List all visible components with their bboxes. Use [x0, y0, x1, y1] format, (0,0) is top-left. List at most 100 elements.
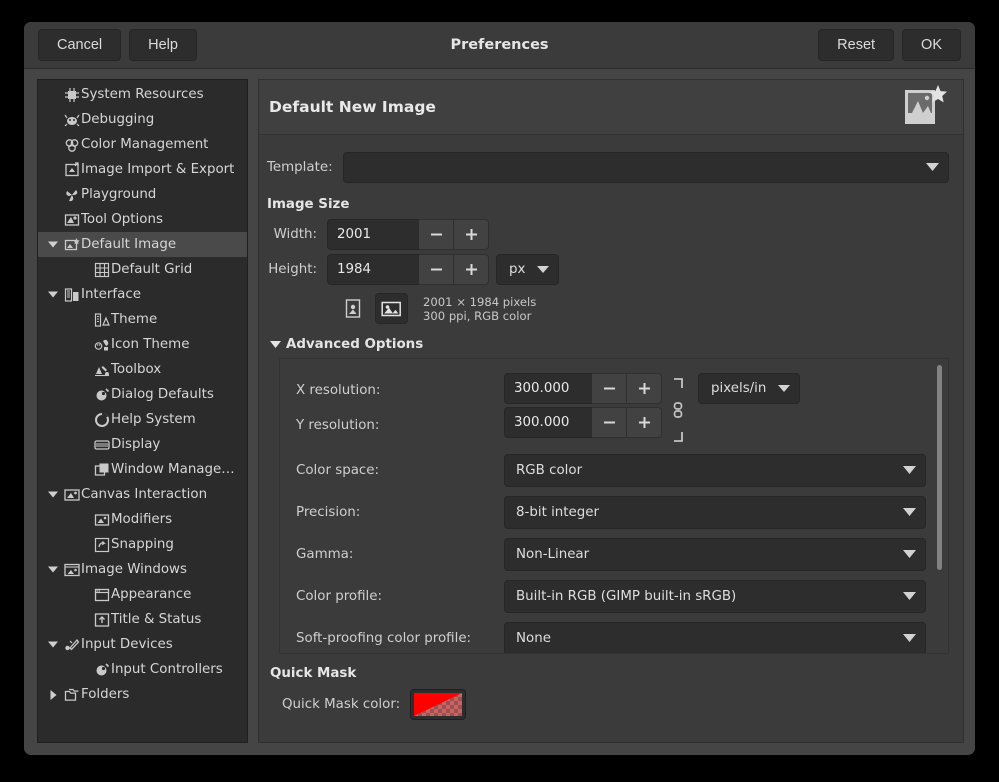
preferences-sidebar[interactable]: System ResourcesDebugging Color Managemen…	[37, 79, 248, 743]
sidebar-item-tool-options[interactable]: Tool Options	[38, 207, 247, 232]
image-size-info: 2001 × 1984 pixels 300 ppi, RGB color	[423, 295, 536, 323]
sidebar-item-appearance[interactable]: Appearance	[38, 582, 247, 607]
width-label: Width:	[267, 227, 327, 242]
color-space-label: Color space:	[296, 463, 504, 478]
width-spinner[interactable]	[327, 219, 489, 250]
sidebar-item-label: Interface	[81, 287, 141, 302]
sidebar-item-label: Modifiers	[111, 512, 172, 527]
image-windows-icon	[62, 562, 81, 578]
quick-mask-color-row: Quick Mask color:	[270, 689, 949, 720]
sidebar-item-dialog-defaults[interactable]: Dialog Defaults	[38, 382, 247, 407]
sidebar-item-default-grid[interactable]: Default Grid	[38, 257, 247, 282]
gamma-combo[interactable]: Non-Linear	[504, 538, 926, 571]
cancel-button[interactable]: Cancel	[38, 29, 121, 61]
x-resolution-decrement-button[interactable]	[592, 373, 627, 404]
height-input[interactable]	[327, 254, 419, 285]
playground-icon	[62, 187, 81, 203]
sidebar-item-image-windows[interactable]: Image Windows	[38, 557, 247, 582]
preferences-main-panel: Default New Image Template:	[258, 79, 964, 743]
broken-chain-icon[interactable]	[662, 373, 694, 445]
chevron-down-icon	[778, 381, 790, 396]
width-increment-button[interactable]	[454, 219, 489, 250]
sidebar-item-system-resources[interactable]: System Resources	[38, 82, 247, 107]
sidebar-item-interface[interactable]: Interface	[38, 282, 247, 307]
x-resolution-spinner[interactable]	[504, 373, 662, 404]
sidebar-item-label: Dialog Defaults	[111, 387, 214, 402]
sidebar-item-label: Folders	[81, 687, 129, 702]
sidebar-item-label: Playground	[81, 187, 156, 202]
color-profile-combo[interactable]: Built-in RGB (GIMP built-in sRGB)	[504, 580, 926, 613]
landscape-orientation-button[interactable]	[375, 293, 408, 324]
width-input[interactable]	[327, 219, 419, 250]
sidebar-item-snapping[interactable]: Snapping	[38, 532, 247, 557]
sidebar-item-label: Title & Status	[111, 612, 201, 627]
sidebar-item-canvas-interaction[interactable]: Canvas Interaction	[38, 482, 247, 507]
height-spinner[interactable]	[327, 254, 489, 285]
sidebar-item-color-management[interactable]: Color Management	[38, 132, 247, 157]
y-resolution-spinner[interactable]	[504, 407, 662, 438]
sidebar-item-label: Help System	[111, 412, 196, 427]
expander-triangle-down-icon[interactable]	[44, 491, 62, 498]
sidebar-item-icon-theme[interactable]: Icon Theme	[38, 332, 247, 357]
y-resolution-increment-button[interactable]	[627, 407, 662, 438]
color-profile-value: Built-in RGB (GIMP built-in sRGB)	[516, 589, 895, 604]
advanced-options-expander[interactable]: Advanced Options	[270, 337, 949, 352]
expander-triangle-down-icon[interactable]	[44, 291, 62, 298]
quick-mask-color-swatch[interactable]	[410, 689, 466, 720]
color-space-row: Color space:RGB color	[296, 454, 926, 487]
sidebar-item-help-system[interactable]: Help System	[38, 407, 247, 432]
chevron-down-icon	[926, 160, 939, 175]
sidebar-item-modifiers[interactable]: Modifiers	[38, 507, 247, 532]
sidebar-item-image-import-export[interactable]: Image Import & Export	[38, 157, 247, 182]
x-resolution-increment-button[interactable]	[627, 373, 662, 404]
sidebar-item-toolbox[interactable]: Toolbox	[38, 357, 247, 382]
y-resolution-decrement-button[interactable]	[592, 407, 627, 438]
page-title: Default New Image	[269, 98, 436, 116]
bug-icon	[62, 112, 81, 128]
height-decrement-button[interactable]	[419, 254, 454, 285]
advanced-panel-scrollbar[interactable]	[935, 365, 944, 647]
expander-triangle-down-icon[interactable]	[44, 241, 62, 248]
sidebar-item-theme[interactable]: Theme	[38, 307, 247, 332]
snapping-icon	[92, 537, 111, 553]
y-resolution-input[interactable]	[504, 407, 592, 438]
sidebar-item-window-management[interactable]: Window Management	[38, 457, 247, 482]
sidebar-item-display[interactable]: Display	[38, 432, 247, 457]
preferences-dialog: Cancel Help Preferences Reset OK System …	[24, 22, 975, 755]
expander-triangle-down-icon[interactable]	[44, 641, 62, 648]
portrait-orientation-button[interactable]	[337, 293, 370, 324]
color-profile-row: Color profile:Built-in RGB (GIMP built-i…	[296, 580, 926, 613]
sidebar-item-folders[interactable]: Folders	[38, 682, 247, 707]
soft-proofing-color-profile-label: Soft-proofing color profile:	[296, 631, 504, 646]
sidebar-item-label: Tool Options	[81, 212, 163, 227]
precision-combo[interactable]: 8-bit integer	[504, 496, 926, 529]
ok-button[interactable]: OK	[902, 29, 961, 61]
size-unit-combo[interactable]: px	[496, 254, 559, 285]
folders-icon	[62, 687, 81, 703]
sidebar-item-playground[interactable]: Playground	[38, 182, 247, 207]
width-decrement-button[interactable]	[419, 219, 454, 250]
scrollbar-thumb[interactable]	[937, 365, 942, 570]
resolution-unit-combo[interactable]: pixels/in	[698, 373, 800, 404]
expander-triangle-right-icon[interactable]	[44, 690, 62, 700]
expander-triangle-down-icon	[270, 337, 281, 352]
soft-proofing-color-profile-combo[interactable]: None	[504, 622, 926, 654]
reset-button[interactable]: Reset	[818, 29, 894, 61]
resolution-area: X resolution: Y resolution:	[296, 373, 926, 445]
sidebar-item-label: Color Management	[81, 137, 208, 152]
x-resolution-input[interactable]	[504, 373, 592, 404]
sidebar-item-label: Default Grid	[111, 262, 192, 277]
sidebar-item-debugging[interactable]: Debugging	[38, 107, 247, 132]
sidebar-item-input-controllers[interactable]: Input Controllers	[38, 657, 247, 682]
help-button[interactable]: Help	[129, 29, 197, 61]
expander-triangle-down-icon[interactable]	[44, 566, 62, 573]
sidebar-item-default-image[interactable]: Default Image	[38, 232, 247, 257]
advanced-options-panel: X resolution: Y resolution:	[279, 358, 949, 654]
color-space-combo[interactable]: RGB color	[504, 454, 926, 487]
sidebar-item-title-status[interactable]: Title & Status	[38, 607, 247, 632]
tool-options-icon	[62, 212, 81, 228]
height-increment-button[interactable]	[454, 254, 489, 285]
sidebar-item-input-devices[interactable]: Input Devices	[38, 632, 247, 657]
color-management-icon	[62, 137, 81, 153]
template-combo[interactable]	[343, 152, 949, 183]
